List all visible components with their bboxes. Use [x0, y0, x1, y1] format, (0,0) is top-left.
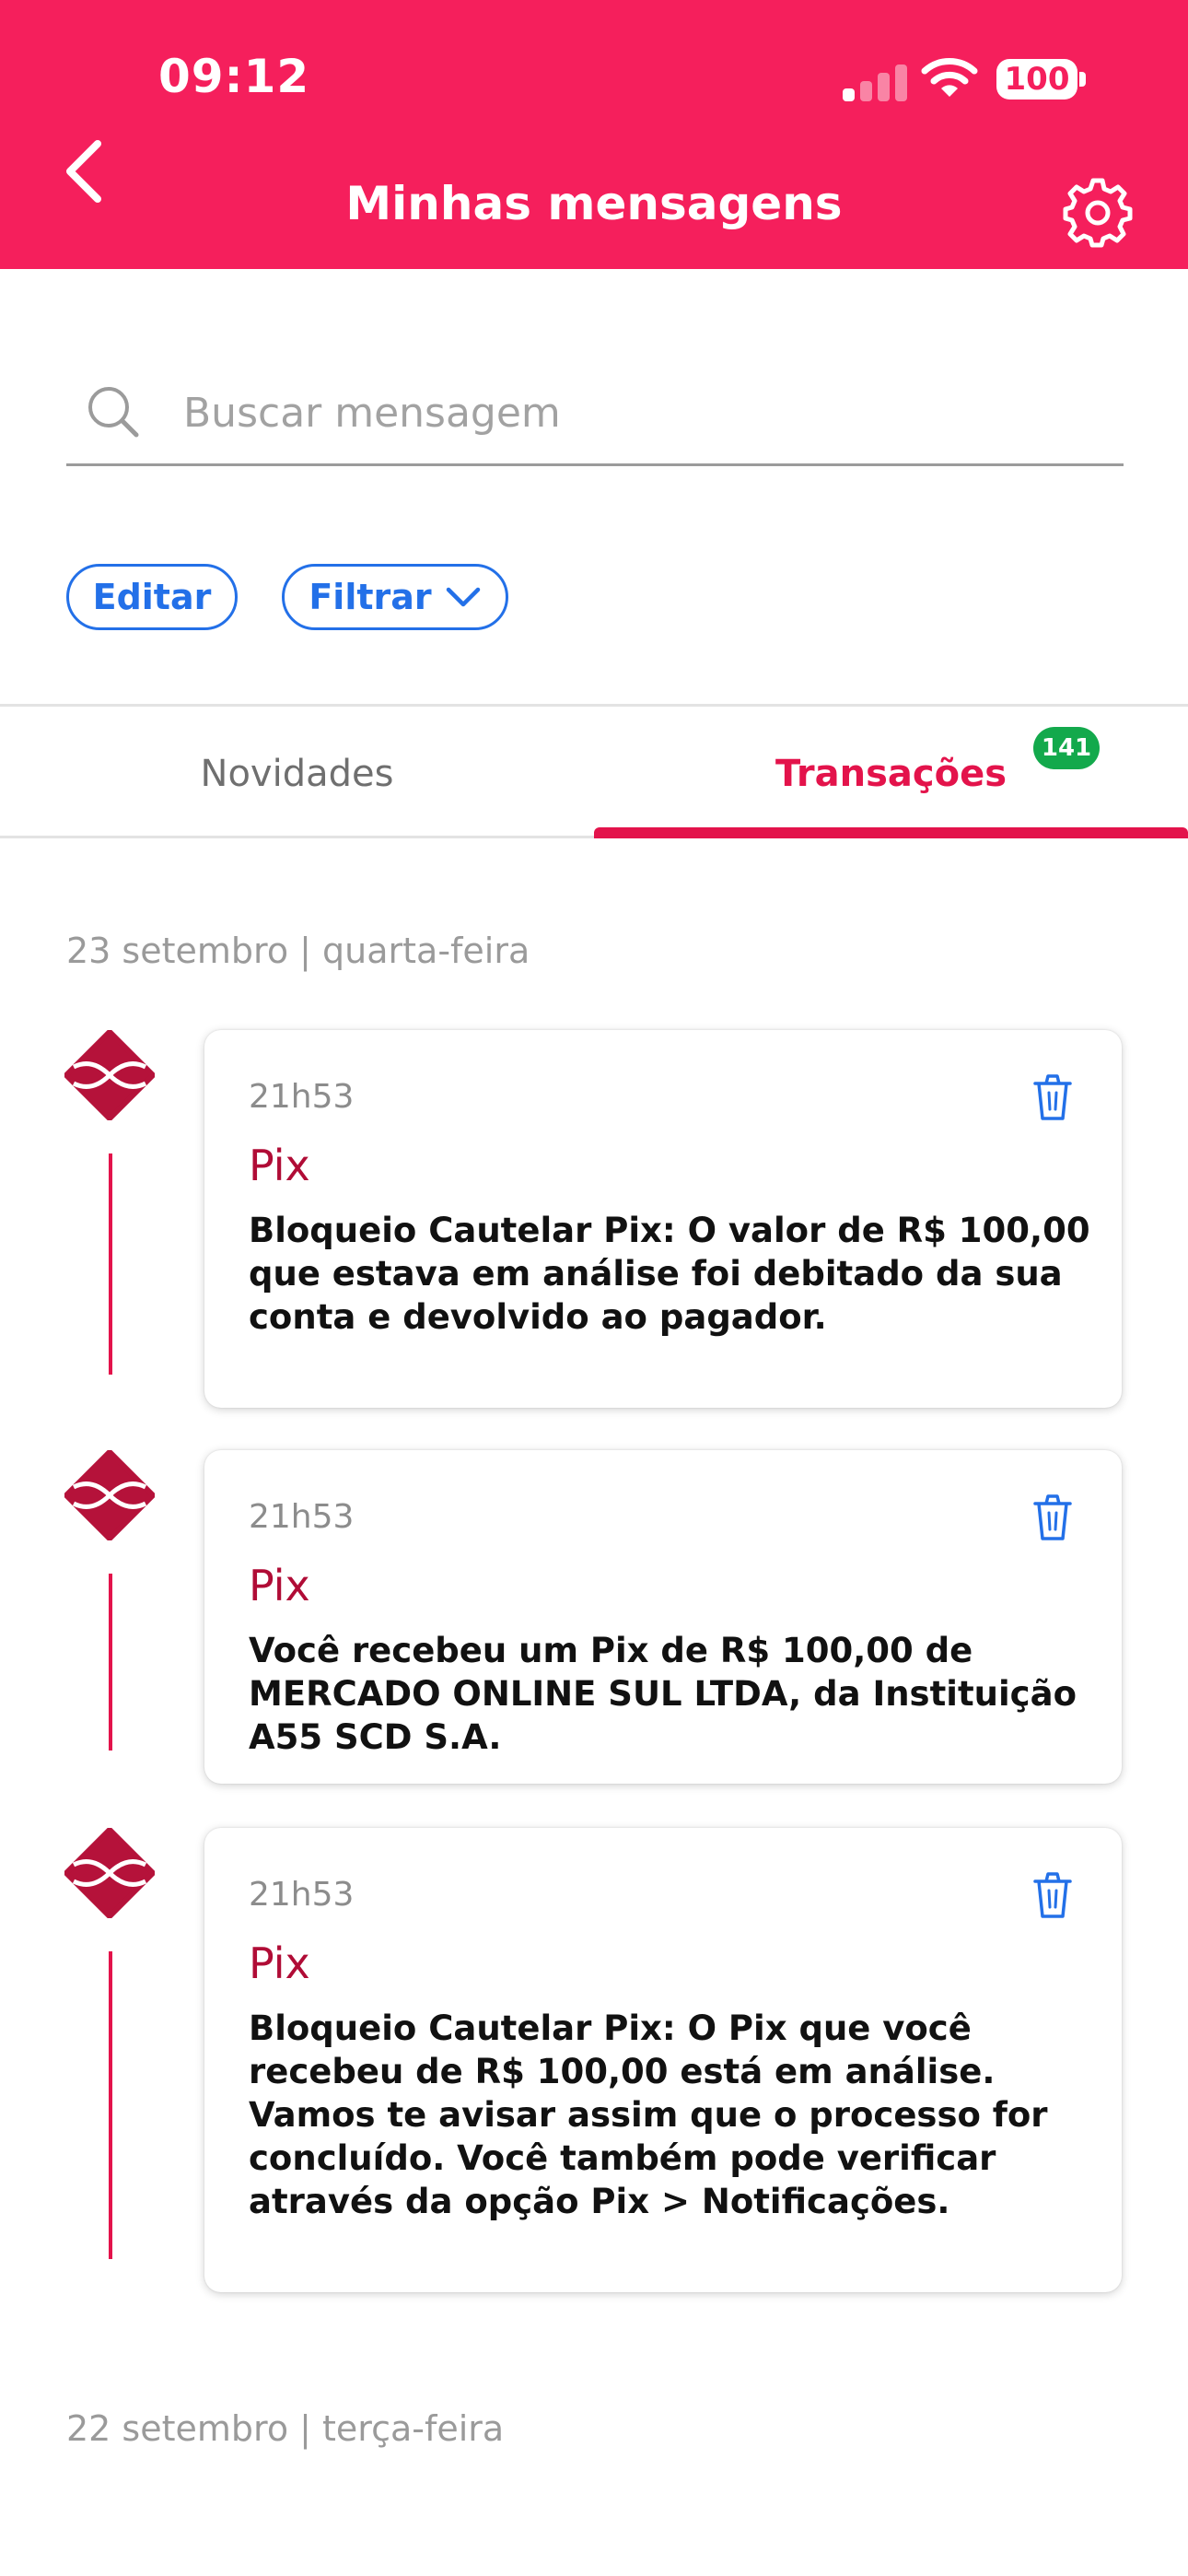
wifi-icon — [921, 58, 978, 97]
message-text: Você recebeu um Pix de R$ 100,00 de MERC… — [249, 1631, 1077, 1757]
timeline-line — [109, 1574, 112, 1751]
page-title: Minhas mensagens — [345, 177, 843, 230]
active-tab-indicator — [594, 827, 1188, 838]
search-bar — [66, 372, 1124, 466]
chevron-down-icon — [446, 587, 480, 607]
tab-transacoes-label: Transações — [775, 753, 1007, 795]
trash-icon[interactable] — [1030, 1493, 1076, 1544]
filter-button-label: Filtrar — [309, 577, 432, 617]
tabs-divider-top — [0, 704, 1188, 707]
date-heading: 23 setembro | quarta-feira — [66, 931, 530, 971]
battery-indicator: 100 — [996, 59, 1077, 100]
unread-count-badge: 141 — [1033, 727, 1100, 769]
tab-novidades[interactable]: Novidades — [0, 737, 594, 811]
search-input[interactable] — [181, 385, 1084, 440]
message-text: Bloqueio Cautelar Pix: O valor de R$ 100… — [249, 1211, 1090, 1337]
message-card[interactable]: 21h53 Pix Bloqueio Cautelar Pix: O Pix q… — [204, 1828, 1122, 2292]
pix-icon — [64, 1828, 155, 1918]
pix-icon — [64, 1030, 155, 1120]
message-text: Bloqueio Cautelar Pix: O Pix que você re… — [249, 2008, 1048, 2221]
tab-novidades-label: Novidades — [200, 753, 394, 795]
edit-button[interactable]: Editar — [66, 564, 238, 630]
search-icon — [88, 387, 139, 438]
filter-button[interactable]: Filtrar — [282, 564, 508, 630]
message-title: Pix — [249, 1141, 310, 1190]
cell-signal-icon — [843, 61, 907, 101]
message-time: 21h53 — [249, 1498, 355, 1536]
trash-icon[interactable] — [1030, 1870, 1076, 1922]
message-card[interactable]: 21h53 Pix Bloqueio Cautelar Pix: O valor… — [204, 1030, 1122, 1408]
pix-icon — [64, 1450, 155, 1540]
gear-icon[interactable] — [1061, 175, 1135, 249]
app-header: 09:12 100 Minhas mensagens — [0, 0, 1188, 269]
battery-tip — [1079, 72, 1086, 87]
message-title: Pix — [249, 1938, 310, 1988]
message-card[interactable]: 21h53 Pix Você recebeu um Pix de R$ 100,… — [204, 1450, 1122, 1784]
status-time: 09:12 — [158, 50, 310, 103]
edit-button-label: Editar — [92, 577, 212, 617]
message-title: Pix — [249, 1561, 310, 1610]
date-heading: 22 setembro | terça-feira — [66, 2408, 505, 2449]
trash-icon[interactable] — [1030, 1072, 1076, 1124]
timeline-line — [109, 1951, 112, 2259]
message-time: 21h53 — [249, 1876, 355, 1914]
message-time: 21h53 — [249, 1078, 355, 1116]
timeline-line — [109, 1153, 112, 1375]
